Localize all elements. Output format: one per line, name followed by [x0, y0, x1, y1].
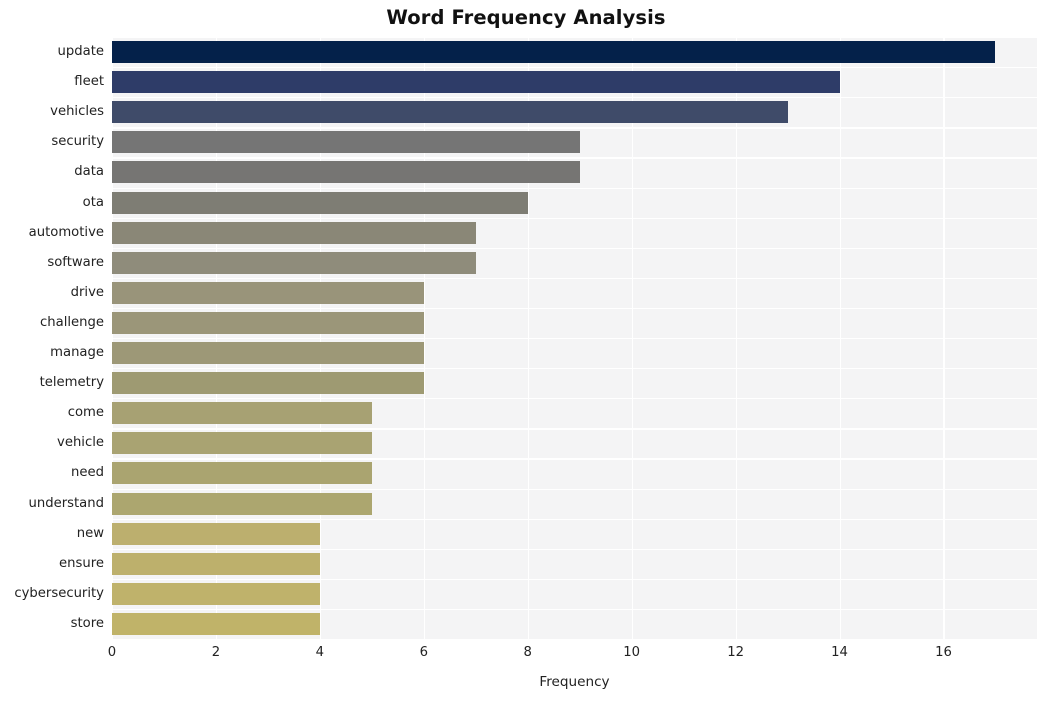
- y-tick-label-store: store: [70, 615, 104, 631]
- bar: [112, 41, 996, 64]
- y-tick-label-cybersecurity: cybersecurity: [14, 585, 104, 601]
- x-tick-label-0: 0: [107, 645, 117, 660]
- gridline-horizontal: [112, 428, 1037, 430]
- bar: [112, 522, 320, 545]
- x-tick-label-10: 10: [623, 645, 641, 660]
- bar: [112, 432, 372, 455]
- gridline-horizontal: [112, 247, 1037, 249]
- plot-area: [112, 37, 1037, 639]
- gridline-horizontal: [112, 37, 1037, 39]
- gridline-horizontal: [112, 338, 1037, 340]
- bar: [112, 462, 372, 485]
- bar: [112, 71, 840, 94]
- y-tick-label-automotive: automotive: [28, 224, 104, 240]
- x-tick-label-12: 12: [727, 645, 744, 660]
- gridline-horizontal: [112, 578, 1037, 581]
- bar: [112, 221, 476, 244]
- x-tick-label-6: 6: [419, 645, 428, 660]
- bar: [112, 402, 372, 425]
- y-tick-label-ota: ota: [82, 194, 104, 210]
- y-tick-label-ensure: ensure: [59, 555, 104, 571]
- bar: [112, 101, 788, 124]
- bar: [112, 582, 320, 605]
- gridline-horizontal: [112, 488, 1037, 490]
- bar: [112, 552, 320, 575]
- bar: [112, 131, 580, 154]
- gridline-horizontal: [112, 307, 1037, 310]
- gridline-horizontal: [112, 97, 1037, 99]
- bar: [112, 342, 424, 365]
- gridline-horizontal: [112, 187, 1037, 189]
- y-tick-label-drive: drive: [70, 284, 104, 300]
- y-tick-label-data: data: [74, 164, 104, 180]
- y-tick-label-new: new: [76, 525, 104, 541]
- bar: [112, 281, 424, 304]
- chart-title: Word Frequency Analysis: [386, 6, 666, 29]
- bar: [112, 191, 528, 214]
- x-tick-label-16: 16: [935, 645, 952, 660]
- gridline-horizontal: [112, 518, 1037, 520]
- x-axis-title: Frequency: [539, 674, 610, 690]
- y-tick-label-fleet: fleet: [74, 74, 104, 90]
- y-tick-label-understand: understand: [28, 495, 104, 511]
- x-tick-label-2: 2: [211, 645, 221, 660]
- bar: [112, 311, 424, 334]
- y-tick-label-vehicle: vehicle: [57, 435, 104, 451]
- bar: [112, 161, 580, 184]
- bar: [112, 372, 424, 395]
- gridline-horizontal: [112, 277, 1037, 280]
- x-tick-label-14: 14: [831, 645, 848, 660]
- gridline-horizontal: [112, 608, 1037, 611]
- gridline-horizontal: [112, 67, 1037, 69]
- gridline-horizontal: [112, 368, 1037, 370]
- bar: [112, 612, 320, 635]
- gridline-horizontal: [112, 127, 1037, 129]
- gridline-horizontal: [112, 217, 1037, 219]
- y-axis-tick-labels: update fleet vehicles security data ota automo…: [0, 37, 104, 639]
- gridline-horizontal: [112, 398, 1037, 400]
- y-tick-label-need: need: [71, 465, 104, 481]
- x-tick-label-4: 4: [315, 645, 325, 660]
- y-tick-label-update: update: [57, 44, 104, 60]
- word-frequency-bar-chart: Word Frequency Analysis update fleet vehic…: [0, 0, 1052, 701]
- gridline-horizontal: [112, 157, 1037, 159]
- y-tick-label-vehicles: vehicles: [50, 104, 104, 120]
- bar: [112, 492, 372, 515]
- y-tick-label-manage: manage: [50, 345, 104, 361]
- gridline-horizontal: [112, 548, 1037, 550]
- gridline-horizontal: [112, 458, 1037, 460]
- bar: [112, 251, 476, 274]
- x-axis-tick-labels: 0 2 4 6 8 10 12 14 16: [0, 645, 1052, 669]
- y-tick-label-come: come: [67, 405, 104, 421]
- x-tick-label-8: 8: [523, 645, 532, 660]
- y-tick-label-security: security: [51, 134, 104, 150]
- y-tick-label-challenge: challenge: [40, 314, 104, 330]
- y-tick-label-telemetry: telemetry: [39, 375, 104, 391]
- y-tick-label-software: software: [47, 254, 104, 270]
